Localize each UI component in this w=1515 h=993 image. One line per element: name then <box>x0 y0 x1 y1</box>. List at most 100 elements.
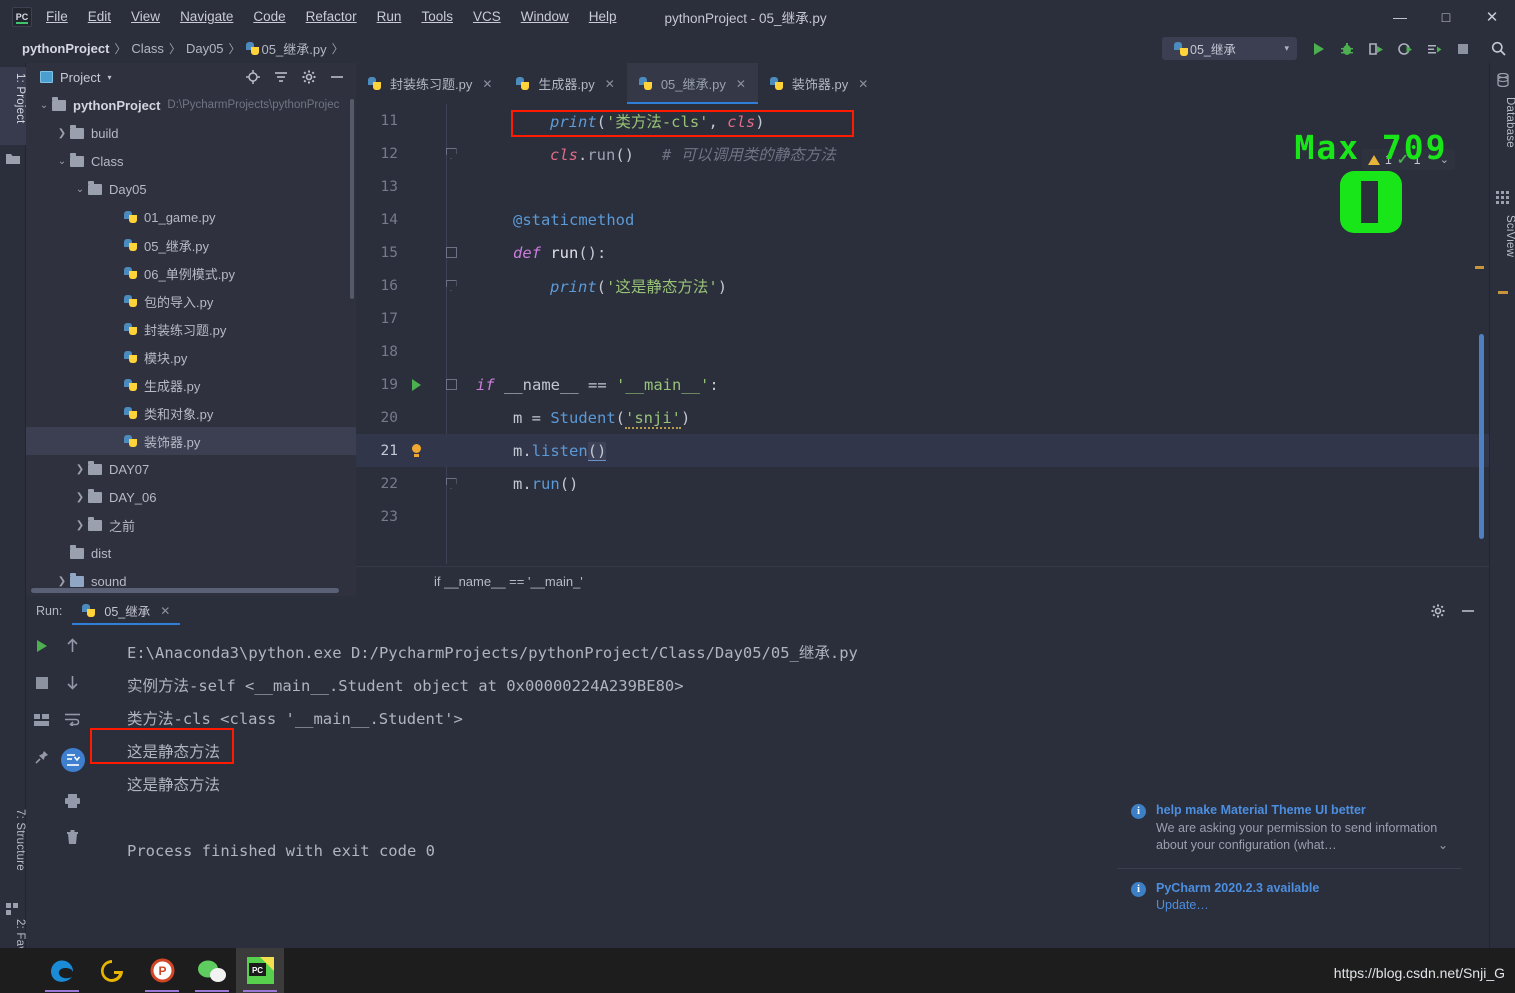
menu-item-code[interactable]: Code <box>253 9 285 24</box>
code-line[interactable]: 14 @staticmethod <box>356 203 1489 236</box>
tree-node[interactable]: 01_game.py <box>26 203 356 231</box>
layout-icon[interactable] <box>33 711 50 728</box>
project-horizontal-scrollbar[interactable] <box>31 588 339 593</box>
menu-item-view[interactable]: View <box>131 9 160 24</box>
collapse-all-icon[interactable] <box>274 70 288 84</box>
taskbar-powerpoint-icon[interactable]: P <box>138 948 186 993</box>
chevron-down-icon[interactable]: ⌄ <box>54 156 70 167</box>
close-icon[interactable]: ✕ <box>160 604 170 618</box>
code-line[interactable]: 20 m = Student('snji') <box>356 401 1489 434</box>
chevron-down-icon[interactable]: ⌄ <box>36 100 52 111</box>
editor-tabs[interactable]: 封装练习题.py ✕ 生成器.py ✕ 05_继承.py ✕ 装饰器.py ✕ <box>356 63 1489 104</box>
pin-icon[interactable] <box>33 748 50 765</box>
sidebar-item-project[interactable]: 1: Project <box>0 67 26 145</box>
tree-node[interactable]: 装饰器.py <box>26 427 356 455</box>
notification-pycharm-update[interactable]: i PyCharm 2020.2.3 available Update… <box>1117 868 1462 922</box>
editor-vertical-scrollbar[interactable] <box>1479 334 1484 539</box>
code-line[interactable]: 21 m.listen() <box>356 434 1489 467</box>
tree-node[interactable]: ❯ 之前 <box>26 511 356 539</box>
code-line[interactable]: 19 if __name__ == '__main__': <box>356 368 1489 401</box>
close-icon[interactable]: ✕ <box>482 77 492 91</box>
tree-node[interactable]: 类和对象.py <box>26 399 356 427</box>
tree-node[interactable]: ⌄ pythonProject D:\PycharmProjects\pythonP… <box>26 91 356 119</box>
tree-node[interactable]: 模块.py <box>26 343 356 371</box>
up-icon[interactable] <box>64 637 81 654</box>
editor-tab[interactable]: 装饰器.py ✕ <box>758 63 880 104</box>
run-gutter-icon[interactable] <box>398 378 434 391</box>
code-lines[interactable]: 11 print('类方法-cls', cls) 12 cls.run() # 可以调… <box>356 104 1489 564</box>
chevron-right-icon[interactable]: ❯ <box>54 576 70 587</box>
chevron-right-icon[interactable]: ❯ <box>72 520 88 531</box>
code-area[interactable]: 11 print('类方法-cls', cls) 12 cls.run() # 可以调… <box>356 104 1489 596</box>
code-line[interactable]: 17 <box>356 302 1489 335</box>
tree-node[interactable]: 封装练习题.py <box>26 315 356 343</box>
profile-icon[interactable] <box>1396 40 1414 58</box>
notification-title[interactable]: PyCharm 2020.2.3 available <box>1156 881 1448 895</box>
code-line[interactable]: 18 <box>356 335 1489 368</box>
code-line[interactable]: 11 print('类方法-cls', cls) <box>356 104 1489 137</box>
tree-node[interactable]: ❯ DAY07 <box>26 455 356 483</box>
tree-node[interactable]: ⌄ Day05 <box>26 175 356 203</box>
tree-node[interactable]: ❯ DAY_06 <box>26 483 356 511</box>
chevron-down-icon[interactable]: ▾ <box>107 73 111 82</box>
run-with-console-icon[interactable] <box>1425 40 1443 58</box>
breadcrumb-item-class[interactable]: Class <box>131 41 164 56</box>
menu-item-run[interactable]: Run <box>377 9 402 24</box>
close-icon[interactable]: ✕ <box>858 77 868 91</box>
maximize-button[interactable]: □ <box>1423 0 1469 33</box>
run-icon[interactable] <box>1309 40 1327 58</box>
notification-title[interactable]: help make Material Theme UI better <box>1156 803 1448 817</box>
close-icon[interactable]: ✕ <box>736 77 746 91</box>
editor-tab[interactable]: 05_继承.py ✕ <box>626 63 759 104</box>
trash-icon[interactable] <box>64 829 81 846</box>
menu-item-tools[interactable]: Tools <box>421 9 453 24</box>
minimize-button[interactable]: — <box>1377 0 1423 33</box>
menu-item-help[interactable]: Help <box>589 9 617 24</box>
tree-node[interactable]: 包的导入.py <box>26 287 356 315</box>
gear-icon[interactable] <box>1431 604 1445 618</box>
menu-item-refactor[interactable]: Refactor <box>306 9 357 24</box>
project-tree[interactable]: ⌄ pythonProject D:\PycharmProjects\pythonP… <box>26 91 356 595</box>
fold-marker-icon[interactable] <box>434 379 468 390</box>
fold-marker-icon[interactable] <box>434 247 468 258</box>
taskbar-pycharm-icon[interactable]: PC <box>236 948 284 993</box>
menu-item-vcs[interactable]: VCS <box>473 9 501 24</box>
tree-node[interactable]: 05_继承.py <box>26 231 356 259</box>
hide-panel-icon[interactable] <box>330 70 344 84</box>
taskbar-wechat-icon[interactable] <box>188 948 236 993</box>
chevron-down-icon[interactable]: ⌄ <box>1440 153 1449 166</box>
tree-node[interactable]: 06_单例模式.py <box>26 259 356 287</box>
chevron-right-icon[interactable]: ❯ <box>72 492 88 503</box>
rerun-icon[interactable] <box>33 637 50 654</box>
fold-marker-icon[interactable] <box>434 280 468 291</box>
code-line[interactable]: 12 cls.run() # 可以调用类的静态方法 <box>356 137 1489 170</box>
coverage-icon[interactable] <box>1367 40 1385 58</box>
code-line[interactable]: 15 def run(): <box>356 236 1489 269</box>
stop-icon[interactable] <box>33 674 50 691</box>
down-icon[interactable] <box>64 674 81 691</box>
editor-tab[interactable]: 封装练习题.py ✕ <box>356 63 504 104</box>
sidebar-item-sciview[interactable]: SciView <box>1490 209 1515 287</box>
target-icon[interactable] <box>246 70 260 84</box>
code-line[interactable]: 23 <box>356 500 1489 533</box>
soft-wrap-icon[interactable] <box>64 711 81 728</box>
breadcrumb-item-project[interactable]: pythonProject <box>22 41 109 56</box>
editor-tab[interactable]: 生成器.py ✕ <box>504 63 626 104</box>
close-button[interactable]: ✕ <box>1469 0 1515 33</box>
breadcrumb-item-file[interactable]: 05_继承.py <box>262 39 327 58</box>
chevron-right-icon[interactable]: ❯ <box>54 128 70 139</box>
project-vertical-scrollbar[interactable] <box>350 99 354 299</box>
fold-marker-icon[interactable] <box>434 478 468 489</box>
menu-item-window[interactable]: Window <box>521 9 569 24</box>
print-icon[interactable] <box>64 792 81 809</box>
hide-panel-icon[interactable] <box>1461 604 1475 618</box>
debug-icon[interactable] <box>1338 40 1356 58</box>
inspection-widget[interactable]: 1 ✓ 1 ⌃ ⌄ <box>1361 149 1455 170</box>
menu-item-file[interactable]: File <box>46 9 68 24</box>
menu-bar[interactable]: File Edit View Navigate Code Refactor Ru… <box>46 9 617 24</box>
sidebar-item-database[interactable]: Database <box>1490 91 1515 179</box>
gear-icon[interactable] <box>302 70 316 84</box>
notification-update-link[interactable]: Update… <box>1156 898 1448 912</box>
tree-node[interactable]: ❯ build <box>26 119 356 147</box>
scroll-to-end-icon[interactable] <box>60 748 85 772</box>
